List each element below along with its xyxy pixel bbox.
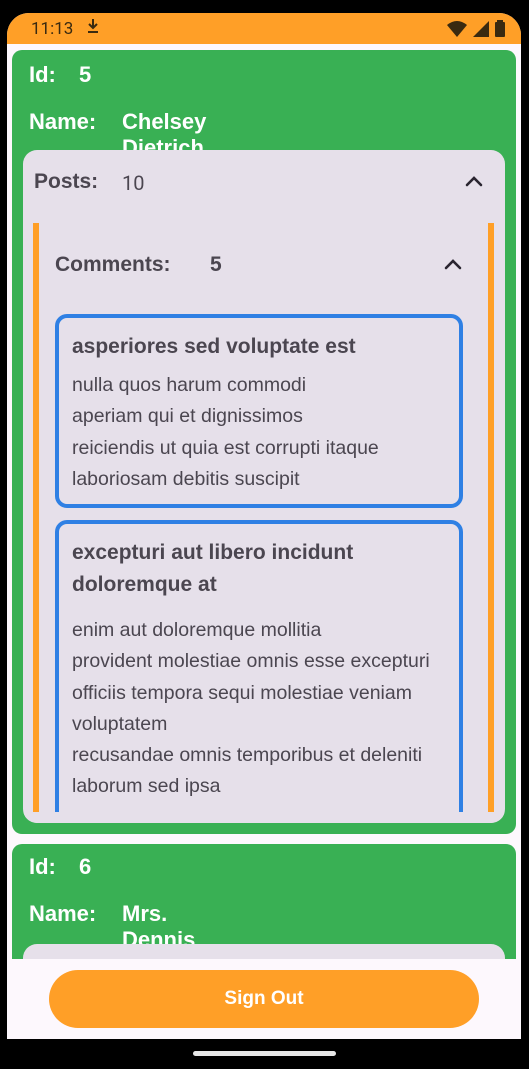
comment-body: enim aut doloremque mollitia provident m… [72,619,430,798]
posts-count: 10 [122,171,145,195]
id-label: Id: [29,62,56,87]
chevron-up-icon[interactable] [461,168,487,194]
name-label: Name: [29,901,97,926]
home-indicator[interactable] [193,1051,336,1056]
user-id-value: 6 [79,854,92,879]
comment-title: excepturi aut libero incidunt doloremque… [72,541,354,596]
user-id-value: 5 [79,62,92,87]
phone-screen: 11:13 Id: 5 Name: Chelsey Dietrich Posts… [7,13,521,1039]
download-icon [86,17,100,39]
comments-right-border [488,223,494,812]
status-time: 11:13 [31,19,74,39]
comments-count: 5 [210,253,222,276]
comment-card: excepturi aut libero incidunt doloremque… [55,520,463,823]
comment-card: asperiores sed voluptate est nulla quos … [55,314,463,508]
posts-label: Posts: [34,170,99,193]
comment-title: asperiores sed voluptate est [72,335,356,358]
user-name-row: Name: Mrs. Dennis Schulist [29,901,208,959]
user-id-row: Id: 5 [29,62,91,88]
posts-panel: Posts: 10 Comments: 5 asperiores sed vol… [23,150,505,823]
signal-icon [473,20,489,41]
id-label: Id: [29,854,56,879]
bottom-bar: Sign Out [7,959,521,1039]
user-list[interactable]: Id: 5 Name: Chelsey Dietrich Posts: 10 C… [7,44,521,959]
user-card: Id: 6 Name: Mrs. Dennis Schulist [12,844,516,959]
comments-label: Comments: [55,253,171,276]
user-card: Id: 5 Name: Chelsey Dietrich Posts: 10 C… [12,50,516,834]
sign-out-button[interactable]: Sign Out [49,970,479,1028]
wifi-icon [447,20,467,41]
comment-body: nulla quos harum commodi aperiam qui et … [72,374,379,490]
posts-panel [23,944,505,959]
comments-left-border [33,223,39,812]
chevron-up-icon[interactable] [440,251,466,277]
user-id-row: Id: 6 [29,854,91,880]
user-name-row: Name: Chelsey Dietrich [29,109,206,160]
status-bar: 11:13 [7,13,521,44]
name-label: Name: [29,109,97,134]
battery-icon [495,20,505,41]
panel-bottom-mask [23,812,505,823]
